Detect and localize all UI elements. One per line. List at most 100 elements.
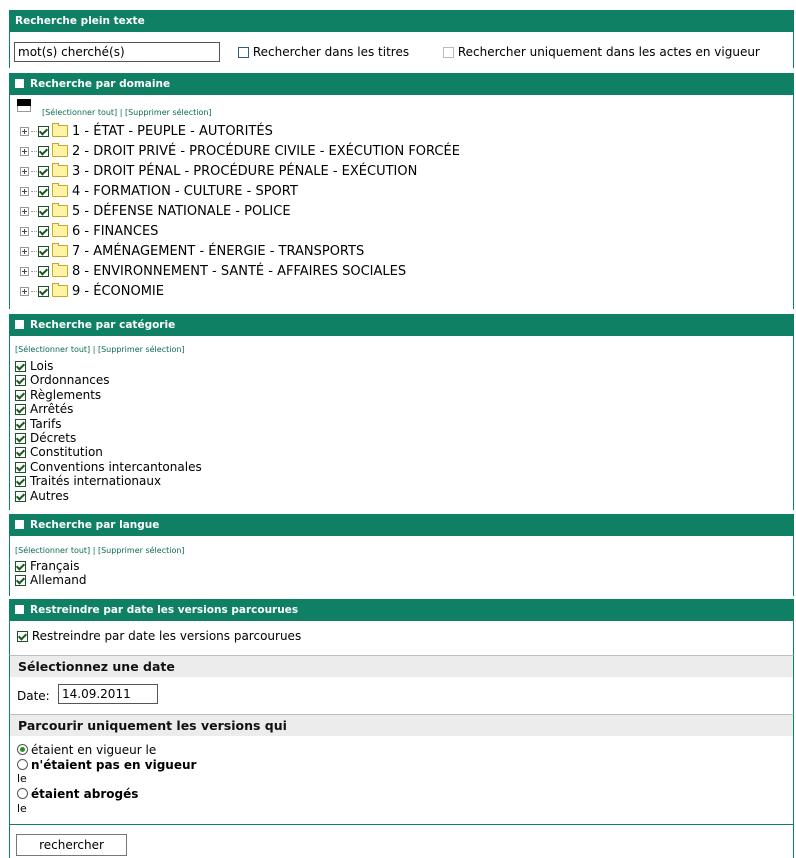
domain-item[interactable]: 4 - FORMATION - CULTURE - SPORT [20,183,298,201]
domain-item-label: 5 - DÉFENSE NATIONALE - POLICE [72,204,291,219]
category-header[interactable]: Recherche par catégorie [9,314,794,336]
search-button[interactable]: rechercher [16,834,127,856]
folder-icon [52,283,68,297]
domain-checkbox[interactable] [38,226,49,237]
expand-icon[interactable] [20,287,29,296]
category-item[interactable]: Constitution [15,446,103,459]
folder-icon [52,263,68,277]
expand-icon[interactable] [20,267,29,276]
select-date-heading: Sélectionnez une date [9,655,794,677]
search-in-titles-option[interactable]: Rechercher dans les titres [238,45,409,59]
domain-item[interactable]: 5 - DÉFENSE NATIONALE - POLICE [20,203,291,221]
domain-checkbox[interactable] [38,246,49,257]
domain-header[interactable]: Recherche par domaine [9,73,794,95]
language-item[interactable]: Français [15,560,79,573]
category-checkbox[interactable] [15,447,26,459]
collapse-icon[interactable] [15,605,24,614]
domain-clear-selection-link[interactable]: [Supprimer sélection] [125,108,212,117]
domain-checkbox[interactable] [38,186,49,197]
category-checkbox[interactable] [15,361,26,372]
domain-item[interactable]: 2 - DROIT PRIVÉ - PROCÉDURE CIVILE - EXÉ… [20,143,460,161]
expand-icon[interactable] [20,167,29,176]
language-item[interactable]: Allemand [15,574,87,587]
expand-icon[interactable] [20,247,29,256]
tree-connector [31,151,37,152]
category-checkbox[interactable] [15,461,26,473]
language-checkbox[interactable] [15,561,26,572]
language-title: Recherche par langue [30,519,160,531]
domain-item[interactable]: 1 - ÉTAT - PEUPLE - AUTORITÉS [20,123,273,141]
collapse-icon[interactable] [15,79,24,88]
domain-item[interactable]: 7 - AMÉNAGEMENT - ÉNERGIE - TRANSPORTS [20,243,364,261]
date-restrict-checkbox[interactable] [17,631,28,642]
date-restrict-title: Restreindre par date les versions parcou… [30,604,299,616]
domain-item[interactable]: 9 - ÉCONOMIE [20,283,164,301]
search-in-force-checkbox[interactable] [443,47,454,58]
category-checkbox[interactable] [15,404,26,416]
category-item-label: Conventions intercantonales [30,459,202,474]
category-checkbox[interactable] [15,490,26,502]
search-in-force-label: Rechercher uniquement dans les actes en … [457,45,760,59]
category-item-label: Autres [30,488,69,503]
category-item[interactable]: Ordonnances [15,374,110,387]
category-item[interactable]: Autres [15,488,69,503]
domain-checkbox[interactable] [38,266,49,277]
date-restrict-option[interactable]: Restreindre par date les versions parcou… [17,629,301,643]
category-checkbox[interactable] [15,476,26,488]
folder-icon [52,183,68,197]
option-repealed-radio[interactable] [17,788,28,799]
search-in-force-option[interactable]: Rechercher uniquement dans les actes en … [443,45,760,59]
category-item[interactable]: Traités internationaux [15,475,161,488]
category-checkbox[interactable] [15,433,26,444]
option-not-in-force-label: n'étaient pas en vigueur [31,758,197,772]
tree-connector [31,251,37,252]
expand-icon[interactable] [20,187,29,196]
option-in-force-radio[interactable] [17,744,28,755]
expand-icon[interactable] [20,207,29,216]
language-header[interactable]: Recherche par langue [9,514,794,536]
language-panel [9,536,794,596]
expand-icon[interactable] [20,127,29,136]
option-not-in-force-radio[interactable] [17,759,28,770]
language-checkbox[interactable] [15,575,26,587]
domain-select-all-link[interactable]: [Sélectionner tout] [42,108,117,117]
search-in-titles-checkbox[interactable] [238,47,249,58]
domain-checkbox[interactable] [38,146,49,157]
domain-checkbox[interactable] [38,206,49,217]
category-item[interactable]: Règlements [15,388,101,402]
domain-checkbox[interactable] [38,166,49,177]
category-checkbox[interactable] [15,389,26,401]
category-select-all-link[interactable]: [Sélectionner tout] [15,345,90,354]
date-input[interactable] [58,684,158,704]
category-item[interactable]: Arrêtés [15,403,73,416]
option-not-in-force[interactable]: n'étaient pas en vigueur [17,758,196,772]
expand-icon[interactable] [20,227,29,236]
collapse-icon[interactable] [15,520,24,529]
search-in-titles-label: Rechercher dans les titres [252,45,410,59]
category-item[interactable]: Conventions intercantonales [15,459,202,474]
domain-item[interactable]: 6 - FINANCES [20,223,158,241]
expand-icon[interactable] [20,147,29,156]
category-checkbox[interactable] [15,375,26,387]
domain-item[interactable]: 8 - ENVIRONNEMENT - SANTÉ - AFFAIRES SOC… [20,263,406,281]
domain-item[interactable]: 3 - DROIT PÉNAL - PROCÉDURE PÉNALE - EXÉ… [20,163,417,181]
language-clear-selection-link[interactable]: [Supprimer sélection] [98,546,185,555]
domain-checkbox[interactable] [38,286,49,297]
fulltext-header: Recherche plein texte [9,10,794,32]
category-item-label: Constitution [30,445,103,460]
domain-item-label: 4 - FORMATION - CULTURE - SPORT [72,184,298,199]
category-checkbox[interactable] [15,418,26,430]
category-item[interactable]: Décrets [15,432,76,445]
language-item-label: Allemand [30,573,87,588]
date-restrict-header[interactable]: Restreindre par date les versions parcou… [9,599,794,621]
option-repealed[interactable]: étaient abrogés [17,787,138,801]
collapse-icon[interactable] [15,320,24,329]
domain-item-label: 1 - ÉTAT - PEUPLE - AUTORITÉS [72,124,273,139]
language-select-all-link[interactable]: [Sélectionner tout] [15,546,90,555]
category-item[interactable]: Lois [15,360,53,373]
category-clear-selection-link[interactable]: [Supprimer sélection] [98,345,185,354]
option-in-force[interactable]: étaient en vigueur le [17,743,156,757]
fulltext-search-input[interactable] [14,42,220,62]
category-item[interactable]: Tarifs [15,417,61,431]
domain-checkbox[interactable] [38,126,49,137]
